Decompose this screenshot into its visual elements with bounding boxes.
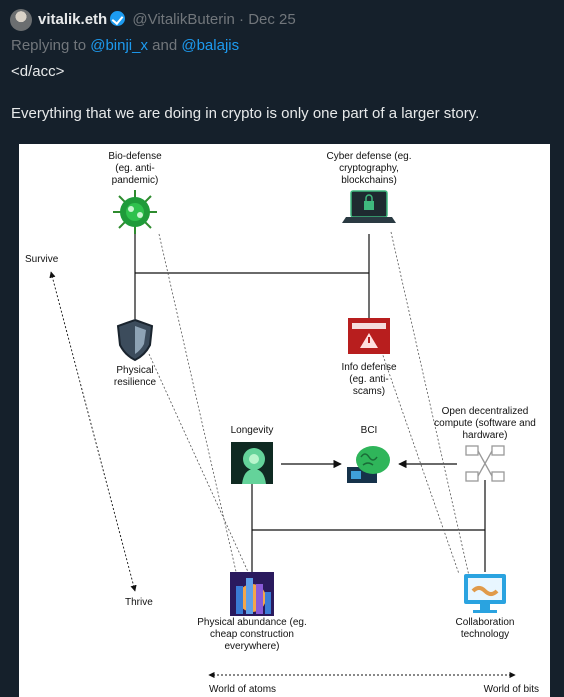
reply-user-link[interactable]: @binji_x: [90, 37, 148, 54]
node-bci: BCI: [360, 425, 378, 436]
node-physical-resilience: Physical resilience: [113, 365, 157, 388]
axis-world-of-atoms: World of atoms: [209, 684, 277, 695]
separator: ·: [239, 11, 245, 28]
handshake-monitor-icon: [464, 574, 506, 613]
reply-context: Replying to @binji_x and @balajis: [11, 37, 239, 54]
axis-thrive: Thrive: [125, 597, 153, 608]
head-profile-icon: [231, 442, 273, 484]
tweet-text-line: <d/acc>: [11, 63, 65, 80]
node-info-defense: Info defense (eg. anti-scams): [341, 362, 397, 397]
author-name[interactable]: vitalik.eth: [38, 11, 107, 28]
reply-and: and: [152, 37, 178, 54]
node-bio-defense: Bio-defense (eg. anti-pandemic): [108, 151, 162, 186]
avatar[interactable]: [10, 9, 32, 31]
axis-survive: Survive: [25, 254, 59, 265]
laptop-lock-icon: [342, 190, 396, 223]
brain-chip-icon: [347, 446, 390, 483]
reply-prefix: Replying to: [11, 37, 87, 54]
city-icon: [230, 572, 274, 616]
verified-badge-icon: [110, 11, 126, 26]
node-longevity: Longevity: [230, 425, 274, 436]
author-handle[interactable]: @VitalikButerin: [132, 11, 235, 28]
tweet-text-line: Everything that we are doing in crypto i…: [11, 105, 480, 122]
network-computers-icon: [465, 445, 505, 482]
node-physical-abundance: Physical abundance (eg. cheap constructi…: [197, 617, 307, 652]
node-open-compute: Open decentralized compute (software and…: [434, 406, 536, 441]
virus-icon: [113, 190, 157, 234]
shield-icon: [116, 318, 154, 362]
tweet-date[interactable]: Dec 25: [248, 11, 296, 28]
reply-user-link[interactable]: @balajis: [181, 37, 239, 54]
node-cyber-defense: Cyber defense (eg. cryptography, blockch…: [326, 151, 412, 186]
alert-screen-icon: [348, 318, 390, 354]
tweet-header: vitalik.eth @VitalikButerin · Dec 25: [38, 10, 296, 30]
diagram-image[interactable]: Bio-defense (eg. anti-pandemic) Cyber de…: [19, 144, 550, 697]
axis-world-of-bits: World of bits: [483, 684, 539, 695]
node-collaboration: Collaboration technology: [455, 617, 515, 640]
